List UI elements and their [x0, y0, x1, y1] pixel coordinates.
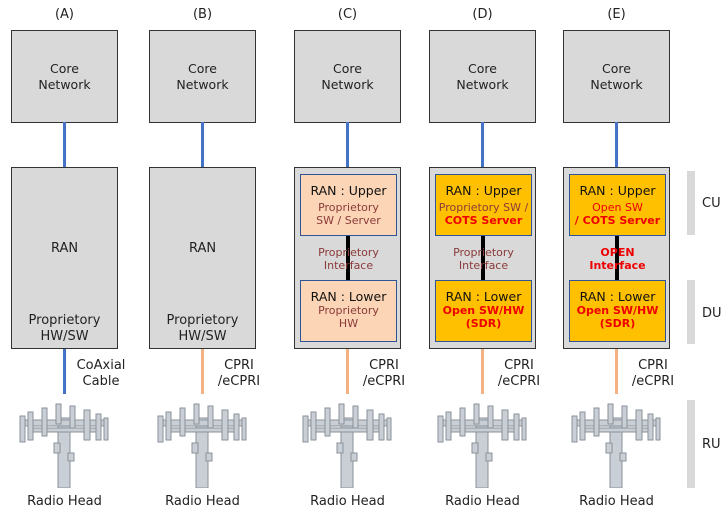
ran-box: OPEN Interface RAN : Upper Open SW / COTS …	[563, 167, 670, 349]
ran-upper-box: RAN : Upper Proprietory SW / COTS Server	[435, 174, 532, 236]
core-ran-link	[615, 122, 618, 167]
core-network-box: Core Network	[294, 30, 401, 123]
ran-upper-box: RAN : Upper Open SW / COTS Server	[569, 174, 666, 236]
ran-box: Proprietory Interface RAN : Upper Proprie…	[429, 167, 536, 349]
core-network-box: Core Network	[149, 30, 256, 123]
fronthaul-label: CPRI/eCPRI	[497, 358, 541, 389]
column-label: (A)	[54, 7, 75, 22]
cu-tier-label: CU	[702, 196, 721, 211]
column-label: (E)	[607, 7, 626, 22]
core-network-label: Core Network	[321, 60, 374, 92]
ran-subtitle: Proprietory HW/SW	[166, 313, 239, 344]
fronthaul-link	[615, 349, 618, 394]
interface-label: OPEN Interface	[589, 246, 646, 272]
radio-head-label: Radio Head	[579, 494, 654, 509]
core-ran-link	[346, 122, 349, 167]
ran-upper-subtitle: Open SW / COTS Server	[574, 201, 661, 227]
fronthaul-label: CPRI/eCPRI	[217, 358, 261, 389]
ran-lower-subtitle: Open SW/HW (SDR)	[442, 304, 525, 330]
ran-lower-box: RAN : Lower Open SW/HW (SDR)	[435, 280, 532, 342]
ran-lower-box: RAN : Lower Proprietory HW	[300, 280, 397, 342]
ran-title: RAN	[188, 241, 217, 256]
core-ran-link	[63, 122, 66, 167]
column-label: (C)	[337, 7, 358, 22]
radio-tower-icon	[566, 398, 666, 492]
fronthaul-link	[201, 349, 204, 394]
ran-upper-title: RAN : Upper	[579, 183, 656, 198]
core-network-box: Core Network	[11, 30, 118, 123]
interface-label: Proprietory Interface	[318, 246, 379, 272]
fronthaul-link	[481, 349, 484, 394]
du-tier-bar	[687, 280, 695, 344]
ran-upper-title: RAN : Upper	[310, 183, 387, 198]
radio-head-label: Radio Head	[445, 494, 520, 509]
fronthaul-label: CoAxial Cable	[76, 358, 126, 389]
interface-label: Proprietory Interface	[453, 246, 514, 272]
core-network-label: Core Network	[590, 60, 643, 92]
ru-tier-bar	[687, 400, 695, 488]
ran-upper-box: RAN : Upper Proprietory SW / Server	[300, 174, 397, 236]
fronthaul-link	[346, 349, 349, 394]
ran-box: Proprietory Interface RAN : Upper Proprie…	[294, 167, 401, 349]
ran-title: RAN	[50, 241, 79, 256]
ru-tier-label: RU	[702, 437, 721, 452]
radio-tower-icon	[432, 398, 532, 492]
core-ran-link	[481, 122, 484, 167]
fronthaul-label: CPRI/eCPRI	[631, 358, 675, 389]
core-network-box: Core Network	[563, 30, 670, 123]
radio-tower-icon	[14, 398, 114, 492]
column-label: (D)	[472, 7, 493, 22]
ran-box: RAN Proprietory HW/SW	[11, 167, 118, 349]
ran-lower-title: RAN : Lower	[310, 289, 387, 304]
du-tier-label: DU	[702, 306, 722, 321]
core-network-box: Core Network	[429, 30, 536, 123]
cu-tier-bar	[687, 171, 695, 235]
ran-lower-subtitle: Proprietory HW	[318, 304, 379, 330]
ran-upper-subtitle: Proprietory SW / Server	[316, 201, 381, 227]
radio-tower-icon	[297, 398, 397, 492]
ran-upper-title: RAN : Upper	[445, 183, 522, 198]
radio-head-label: Radio Head	[310, 494, 385, 509]
radio-tower-icon	[152, 398, 252, 492]
ran-lower-title: RAN : Lower	[579, 289, 656, 304]
ran-lower-subtitle: Open SW/HW (SDR)	[576, 304, 659, 330]
ran-lower-box: RAN : Lower Open SW/HW (SDR)	[569, 280, 666, 342]
ran-upper-subtitle: Proprietory SW / COTS Server	[438, 201, 529, 227]
radio-head-label: Radio Head	[27, 494, 102, 509]
core-network-label: Core Network	[38, 60, 91, 92]
fronthaul-label: CPRI/eCPRI	[362, 358, 406, 389]
ran-subtitle: Proprietory HW/SW	[28, 313, 101, 344]
fronthaul-link	[63, 349, 66, 394]
core-network-label: Core Network	[176, 60, 229, 92]
ran-lower-title: RAN : Lower	[445, 289, 522, 304]
radio-head-label: Radio Head	[165, 494, 240, 509]
column-label: (B)	[192, 7, 213, 22]
ran-box: RAN Proprietory HW/SW	[149, 167, 256, 349]
core-network-label: Core Network	[456, 60, 509, 92]
core-ran-link	[201, 122, 204, 167]
